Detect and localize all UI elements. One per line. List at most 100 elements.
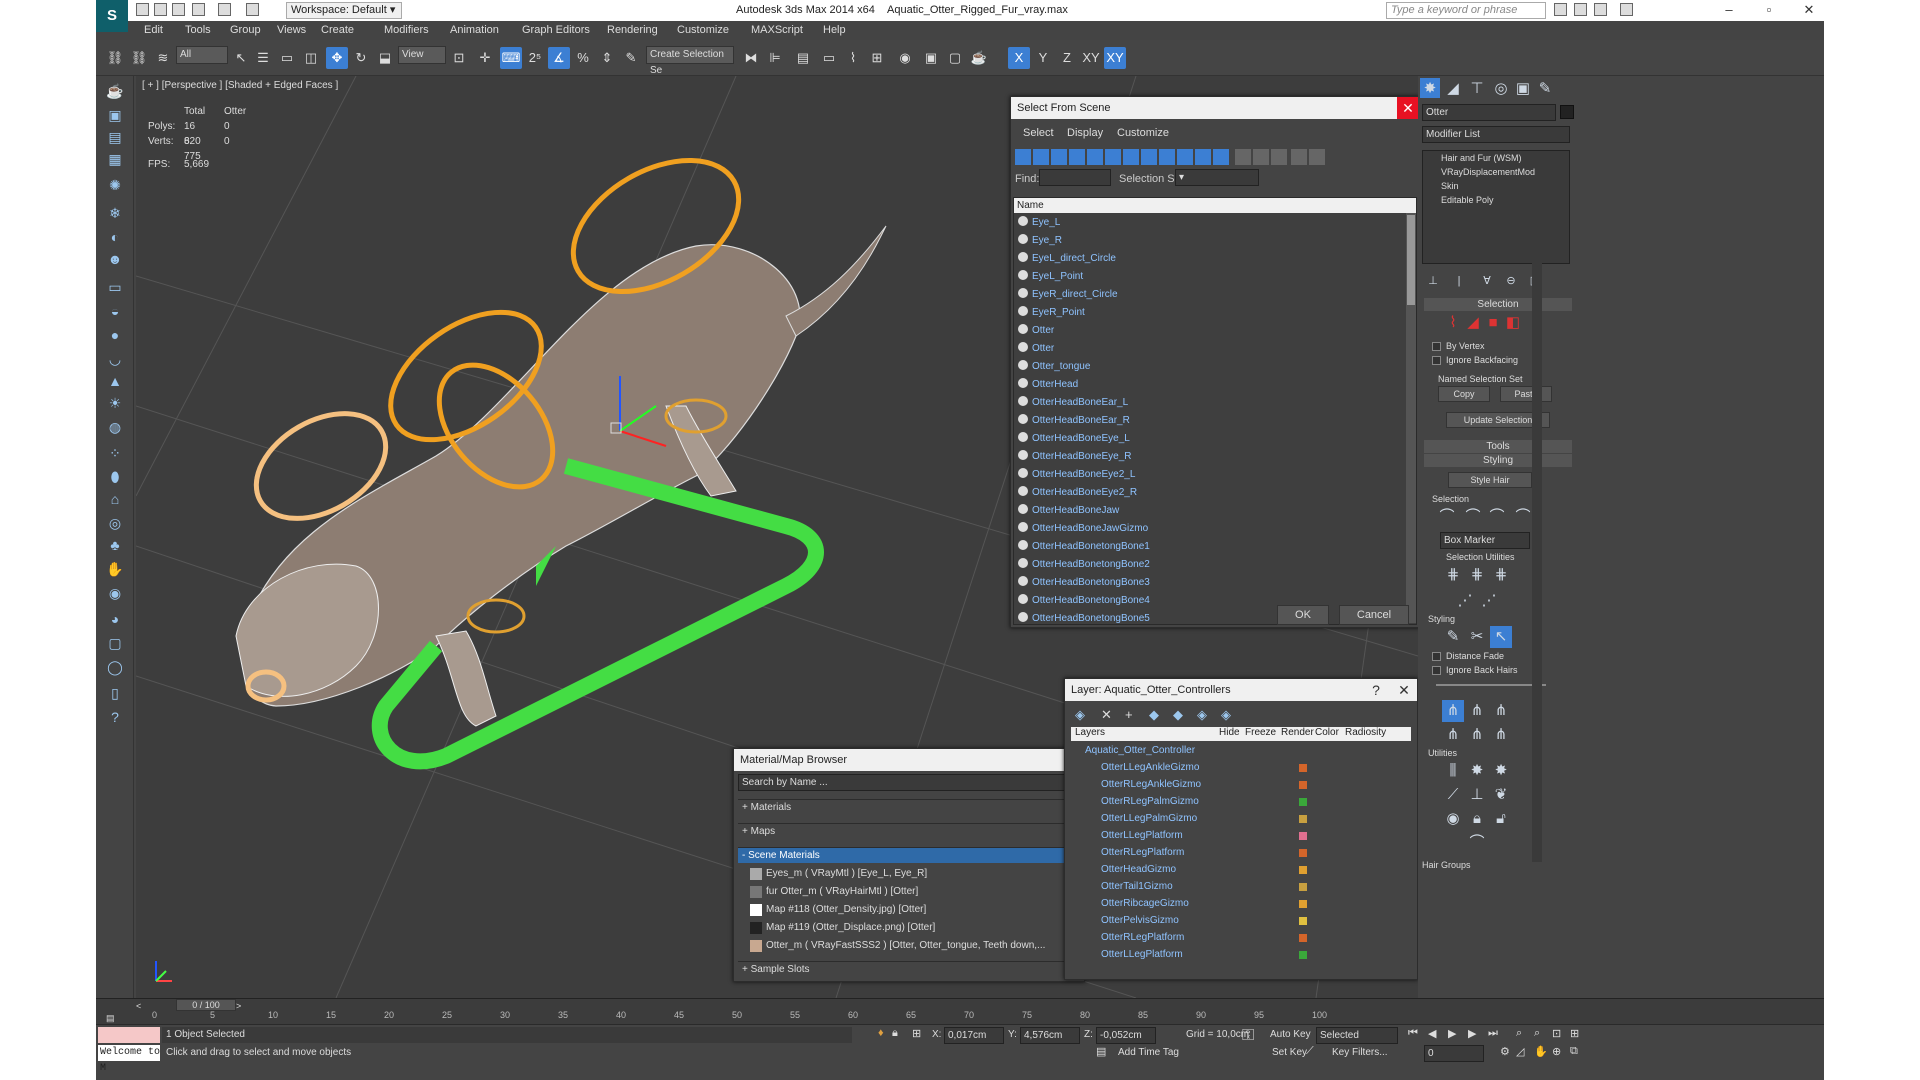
col-color[interactable]: Color bbox=[1315, 727, 1339, 738]
paste-button[interactable]: Paste bbox=[1500, 386, 1552, 402]
make-unique-icon[interactable]: ∀ bbox=[1476, 270, 1498, 292]
house-icon[interactable]: ⌂ bbox=[104, 488, 126, 510]
sun-icon[interactable]: ☀ bbox=[104, 392, 126, 414]
hair-brush-icon[interactable]: ✎ bbox=[1442, 626, 1464, 648]
display-spacewarps-icon[interactable] bbox=[1105, 149, 1121, 165]
scene-object-row[interactable]: OtterHeadBoneEar_R bbox=[1016, 412, 1130, 430]
layer-color-swatch[interactable] bbox=[1299, 866, 1307, 874]
pop-zero-icon[interactable]: ✸ bbox=[1490, 760, 1512, 782]
create-tab-icon[interactable]: ✸ bbox=[1420, 78, 1440, 98]
scene-object-row[interactable]: EyeR_direct_Circle bbox=[1016, 286, 1118, 304]
modify-tab-icon[interactable]: ◢ bbox=[1442, 78, 1464, 100]
project-folder-icon[interactable] bbox=[246, 3, 259, 16]
styling-rollout-header[interactable]: Styling bbox=[1424, 454, 1572, 467]
ribbon-toggle-icon[interactable]: ▭ bbox=[818, 47, 840, 69]
display-hidden-icon[interactable] bbox=[1213, 149, 1229, 165]
communication-center-icon[interactable] bbox=[1574, 3, 1587, 16]
layer-object-row[interactable]: OtterRibcageGizmo bbox=[1071, 895, 1411, 912]
menu-help[interactable]: Help bbox=[823, 24, 846, 36]
new-file-icon[interactable] bbox=[136, 3, 149, 16]
layer-object-row[interactable]: OtterLLegAnkleGizmo bbox=[1071, 759, 1411, 776]
distance-fade-checkbox[interactable] bbox=[1432, 652, 1441, 661]
link-icon[interactable]: ⛓ bbox=[104, 47, 126, 69]
tree-icon[interactable]: ♣ bbox=[104, 534, 126, 556]
scene-object-row[interactable]: Eye_R bbox=[1016, 232, 1062, 250]
guides-select-icon[interactable]: ⌇ bbox=[1442, 312, 1464, 334]
selection-lock-icon[interactable]: 🔒︎ bbox=[892, 1027, 898, 1040]
hair-cut-icon[interactable]: ✂ bbox=[1466, 626, 1488, 648]
menu-group[interactable]: Group bbox=[230, 24, 261, 36]
previous-frame-icon[interactable]: ◀︎ bbox=[1428, 1027, 1436, 1040]
spinner-snap-icon[interactable]: ⇕ bbox=[596, 47, 618, 69]
pin-stack-icon[interactable]: ⊥ bbox=[1422, 270, 1444, 292]
layer-color-swatch[interactable] bbox=[1299, 832, 1307, 840]
layer-manager-icon[interactable]: ▤ bbox=[792, 47, 814, 69]
rendered-frame-window-icon[interactable]: ▢ bbox=[944, 47, 966, 69]
help-circle-icon[interactable]: ? bbox=[104, 706, 126, 728]
ok-button[interactable]: OK bbox=[1277, 605, 1329, 625]
puff-roots-icon[interactable]: ⋔ bbox=[1490, 700, 1512, 722]
x-coordinate-field[interactable]: 0,017cm bbox=[944, 1027, 1004, 1044]
rotate-hair-icon[interactable]: ⋔ bbox=[1466, 724, 1488, 746]
key-filters-button[interactable]: Key Filters... bbox=[1332, 1047, 1388, 1058]
axis-xy-button[interactable]: XY bbox=[1080, 47, 1102, 69]
menu-create[interactable]: Create bbox=[321, 24, 354, 36]
select-and-move-icon[interactable]: ✥ bbox=[326, 47, 348, 69]
globe-icon[interactable]: ◎ bbox=[104, 512, 126, 534]
menu-graph-editors[interactable]: Graph Editors bbox=[522, 24, 590, 36]
dots-icon[interactable]: ⁘ bbox=[104, 442, 126, 464]
recomb-icon[interactable]: ⟋ bbox=[1442, 784, 1464, 806]
set-key-button[interactable]: Set Key bbox=[1272, 1047, 1307, 1058]
axis-xy-cycle-button[interactable]: XY bbox=[1104, 47, 1126, 69]
coin-icon[interactable]: ◉ bbox=[104, 582, 126, 604]
people-icon[interactable]: ☻ bbox=[104, 248, 126, 270]
current-frame-field[interactable]: 0 bbox=[1424, 1045, 1484, 1062]
absolute-mode-icon[interactable]: ⊞ bbox=[912, 1027, 921, 1040]
style-hair-button[interactable]: Style Hair bbox=[1448, 472, 1532, 488]
display-geometry-icon[interactable] bbox=[1015, 149, 1031, 165]
render-icon[interactable]: ▣ bbox=[104, 104, 126, 126]
object-color-swatch[interactable] bbox=[1560, 105, 1574, 119]
list-icon[interactable]: ▤ bbox=[104, 126, 126, 148]
translate-hair-icon[interactable]: ⋔ bbox=[1442, 700, 1464, 722]
hair-select-add-icon[interactable]: ⌒ bbox=[1462, 506, 1484, 528]
scene-object-row[interactable]: EyeL_direct_Circle bbox=[1016, 250, 1116, 268]
list-scrollbar[interactable] bbox=[1406, 213, 1416, 623]
layer-color-swatch[interactable] bbox=[1299, 883, 1307, 891]
scene-object-row[interactable]: OtterHeadBoneJawGizmo bbox=[1016, 520, 1148, 538]
modifier-stack-item[interactable]: Skin bbox=[1441, 181, 1459, 191]
modifier-stack-item[interactable]: VRayDisplacementMod bbox=[1441, 167, 1535, 177]
menu-views[interactable]: Views bbox=[277, 24, 306, 36]
material-item[interactable]: fur Otter_m ( VRayHairMtl ) [Otter] bbox=[748, 883, 1072, 901]
attenuate-icon[interactable]: ⫼ bbox=[1442, 760, 1464, 782]
z-coordinate-field[interactable]: -0,052cm bbox=[1096, 1027, 1156, 1044]
pan-icon[interactable]: ✋ bbox=[1534, 1045, 1548, 1058]
maps-category[interactable]: + Maps bbox=[738, 823, 1082, 839]
copy-button[interactable]: Copy bbox=[1438, 386, 1490, 402]
scene-object-row[interactable]: OtterHeadBoneEye_R bbox=[1016, 448, 1132, 466]
otter-tail[interactable] bbox=[785, 225, 887, 337]
otter-front-leg[interactable] bbox=[435, 630, 497, 727]
name-column-header[interactable]: Name bbox=[1014, 198, 1416, 213]
material-item[interactable]: Eyes_m ( VRayMtl ) [Eye_L, Eye_R] bbox=[748, 865, 1072, 883]
unlink-icon[interactable]: ⛓ bbox=[128, 47, 150, 69]
selection-rollout-header[interactable]: Selection bbox=[1424, 298, 1572, 311]
scene-object-row[interactable]: EyeR_Point bbox=[1016, 304, 1085, 322]
layer-object-row[interactable]: OtterLLegPlatform bbox=[1071, 946, 1411, 963]
save-file-icon[interactable] bbox=[172, 3, 185, 16]
pivot-center-icon[interactable]: ⊡ bbox=[448, 47, 470, 69]
display-frozen-icon[interactable] bbox=[1195, 149, 1211, 165]
scene-object-row[interactable]: OtterHeadBonetongBone4 bbox=[1016, 592, 1150, 610]
key-mode-dropdown[interactable]: Selected bbox=[1316, 1027, 1398, 1044]
layer-color-swatch[interactable] bbox=[1299, 764, 1307, 772]
track-bar[interactable]: 0 5 10 15 20 25 30 35 40 45 50 55 60 65 70 75 80 85 90 95 10… bbox=[136, 1010, 1418, 1024]
hand-icon[interactable]: ✋ bbox=[104, 558, 126, 580]
layer-color-swatch[interactable] bbox=[1299, 934, 1307, 942]
show-end-result-icon[interactable]: | bbox=[1448, 270, 1470, 292]
menu-rendering[interactable]: Rendering bbox=[607, 24, 658, 36]
delete-layer-icon[interactable]: ✕ bbox=[1101, 707, 1112, 723]
screen-icon[interactable]: ▢ bbox=[104, 632, 126, 654]
search-input[interactable]: Type a keyword or phrase bbox=[1386, 2, 1546, 19]
layer-color-swatch[interactable] bbox=[1299, 917, 1307, 925]
layer-root-row[interactable]: Aquatic_Otter_Controller bbox=[1071, 742, 1411, 759]
